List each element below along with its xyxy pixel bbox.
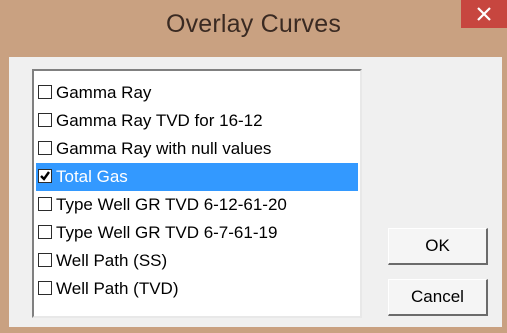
list-item-label: Well Path (TVD) — [56, 279, 179, 298]
cancel-button[interactable]: Cancel — [388, 279, 488, 316]
checkbox[interactable] — [38, 281, 52, 295]
checkbox[interactable] — [38, 85, 52, 99]
list-item-label: Gamma Ray TVD for 16-12 — [56, 111, 263, 130]
list-item-label: Gamma Ray — [56, 83, 152, 102]
window-title: Overlay Curves — [165, 10, 342, 38]
checkbox[interactable] — [38, 253, 52, 267]
list-item-label: Type Well GR TVD 6-12-61-20 — [56, 195, 287, 214]
list-item-label: Well Path (SS) — [56, 251, 168, 270]
close-button[interactable] — [461, 0, 507, 28]
checkbox[interactable] — [38, 141, 52, 155]
ok-button[interactable]: OK — [388, 228, 488, 265]
checkbox[interactable] — [38, 225, 52, 239]
list-item[interactable]: Type Well GR TVD 6-12-61-20 — [36, 191, 358, 219]
title-bar[interactable]: Overlay Curves — [0, 0, 507, 56]
checkbox[interactable] — [38, 197, 52, 211]
close-icon — [477, 7, 491, 21]
list-item[interactable]: Gamma Ray with null values — [36, 135, 358, 163]
list-item[interactable]: Total Gas — [36, 163, 358, 191]
checkbox[interactable] — [38, 113, 52, 127]
curve-list[interactable]: Gamma Ray Gamma Ray TVD for 16-12 Gamma Ra… — [32, 69, 362, 318]
ok-button-label: OK — [425, 236, 450, 255]
cancel-button-label: Cancel — [411, 287, 464, 306]
curve-list-items: Gamma Ray Gamma Ray TVD for 16-12 Gamma Ra… — [36, 79, 358, 303]
list-item-label: Total Gas — [56, 167, 128, 186]
checkbox[interactable] — [38, 169, 52, 183]
checkmark-icon — [40, 171, 50, 181]
list-item[interactable]: Type Well GR TVD 6-7-61-19 — [36, 219, 358, 247]
dialog-window: Overlay Curves Gamma Ray Gamma Ray TVD fo… — [0, 0, 507, 333]
list-item[interactable]: Gamma Ray — [36, 79, 358, 107]
list-item[interactable]: Gamma Ray TVD for 16-12 — [36, 107, 358, 135]
list-item-label: Gamma Ray with null values — [56, 139, 272, 158]
list-item[interactable]: Well Path (SS) — [36, 247, 358, 275]
list-item[interactable]: Well Path (TVD) — [36, 275, 358, 303]
list-item-label: Type Well GR TVD 6-7-61-19 — [56, 223, 278, 242]
